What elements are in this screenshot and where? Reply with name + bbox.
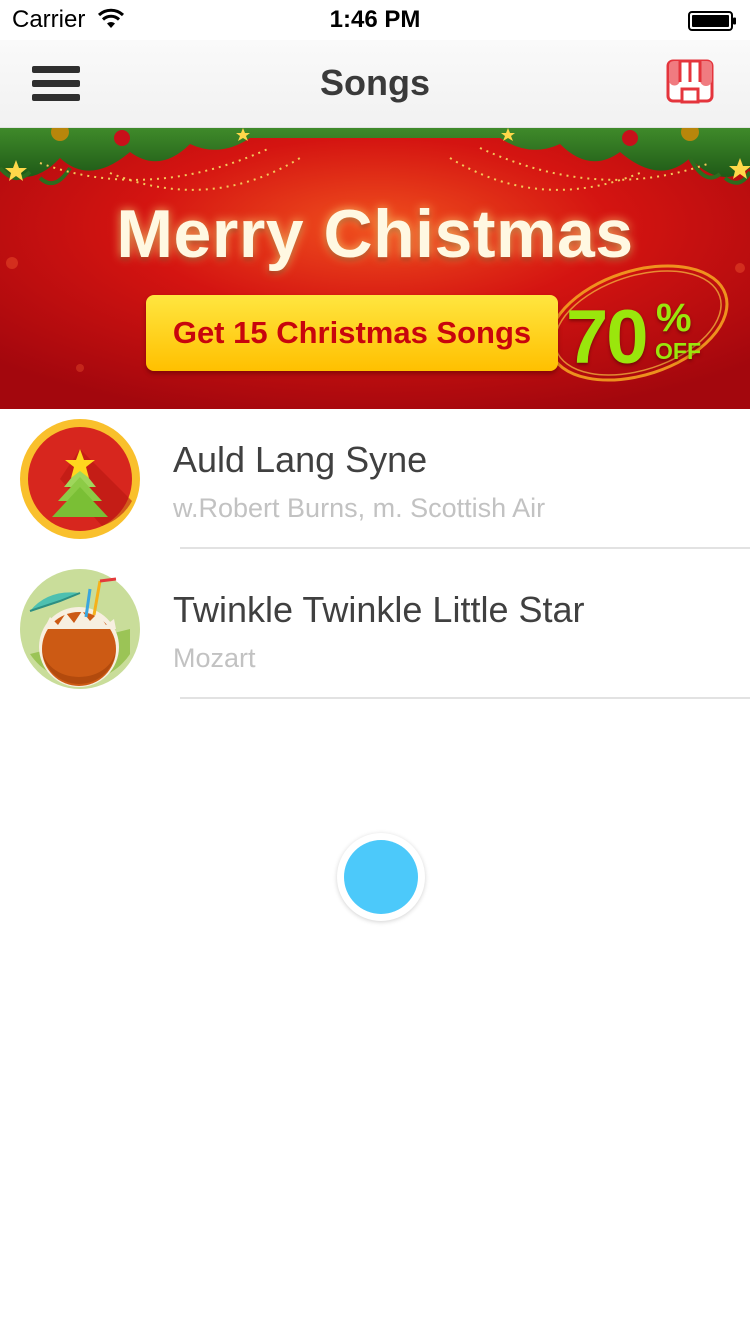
list-item[interactable]: Auld Lang Syne w.Robert Burns, m. Scotti… <box>0 409 750 559</box>
store-icon[interactable] <box>666 58 718 110</box>
banner-title: Merry Chistmas <box>116 196 634 272</box>
clock: 1:46 PM <box>329 6 421 33</box>
song-title: Twinkle Twinkle Little Star <box>173 589 585 630</box>
floating-action-button[interactable] <box>337 833 425 921</box>
discount-number: 70 <box>566 295 649 380</box>
christmas-tree-icon <box>20 419 140 539</box>
battery-icon <box>688 11 736 31</box>
get-songs-button[interactable]: Get 15 Christmas Songs <box>146 295 558 371</box>
discount-off-label: OFF <box>655 338 701 364</box>
song-title: Auld Lang Syne <box>173 439 428 480</box>
song-list: Auld Lang Syne w.Robert Burns, m. Scotti… <box>0 409 750 709</box>
blue-circle-icon <box>344 840 418 914</box>
song-author: Mozart <box>173 643 256 673</box>
status-bar: Carrier 1:46 PM <box>0 0 750 40</box>
coconut-drink-icon <box>20 569 140 689</box>
navigation-bar: Songs <box>0 40 750 128</box>
row-divider <box>180 697 750 699</box>
discount-percent-sign: % <box>656 296 692 340</box>
song-author: w.Robert Burns, m. Scottish Air <box>173 493 546 523</box>
list-item[interactable]: Twinkle Twinkle Little Star Mozart <box>0 559 750 709</box>
christmas-promo-banner[interactable]: Merry Chistmas Get 15 Christmas Songs 70… <box>0 128 750 409</box>
page-title: Songs <box>319 62 430 103</box>
row-divider <box>180 547 750 549</box>
